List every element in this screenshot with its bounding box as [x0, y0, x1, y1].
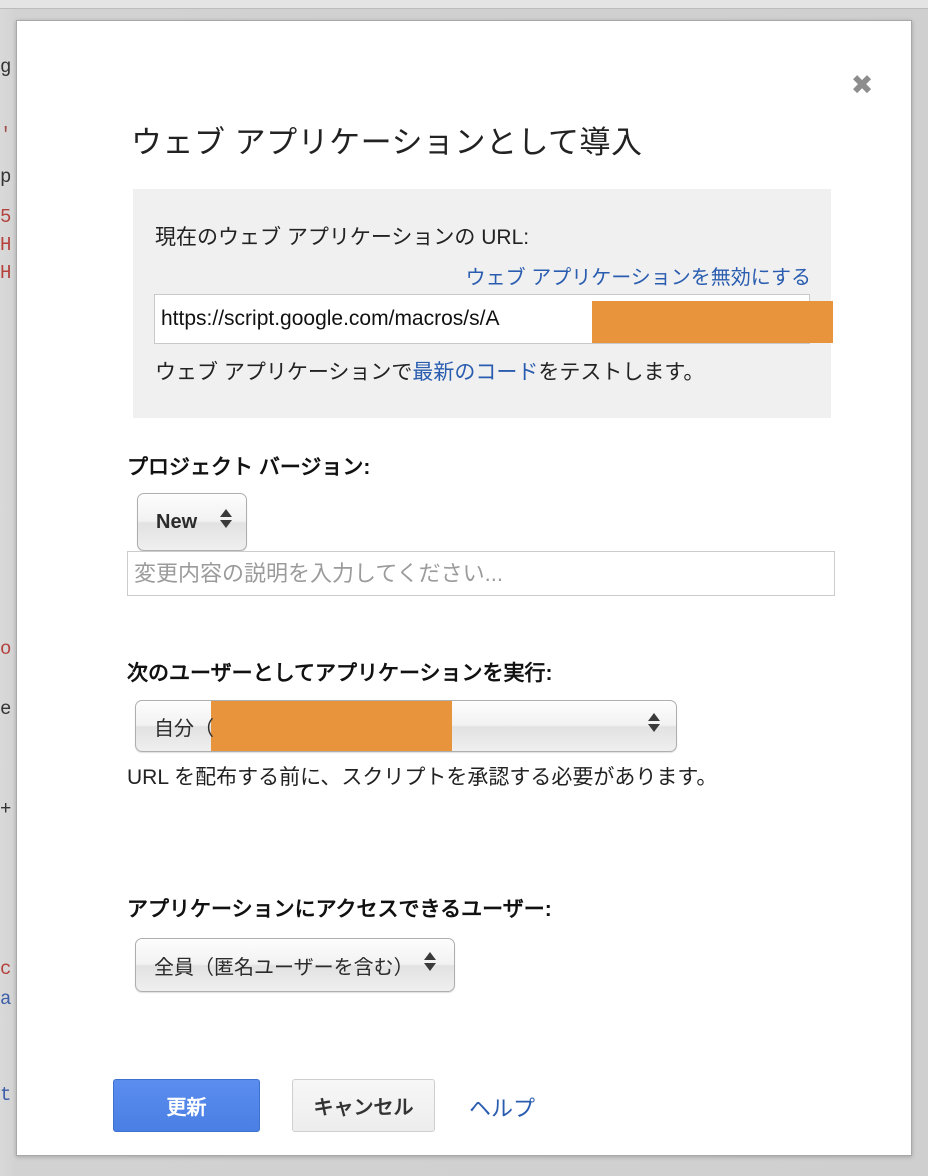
- latest-code-note-prefix: ウェブ アプリケーションで: [155, 361, 413, 384]
- project-version-heading: プロジェクト バージョン:: [127, 456, 371, 479]
- execute-as-select[interactable]: 自分（: [135, 700, 677, 752]
- execute-as-heading: 次のユーザーとしてアプリケーションを実行:: [127, 662, 553, 685]
- execute-as-selected-value: 自分（: [154, 717, 214, 740]
- access-level-selected-value: 全員（匿名ユーザーを含む）: [154, 956, 414, 979]
- close-icon[interactable]: ✖: [847, 71, 877, 101]
- latest-code-note: ウェブ アプリケーションで最新のコードをテストします。: [155, 356, 704, 386]
- authorization-note: URL を配布する前に、スクリプトを承認する必要があります。: [127, 766, 718, 789]
- project-version-selected-value: New: [156, 510, 198, 533]
- web-app-url-input[interactable]: [154, 294, 810, 344]
- deploy-web-app-dialog: ✖ ウェブ アプリケーションとして導入 現在のウェブ アプリケーションの URL…: [16, 20, 912, 1156]
- access-heading: アプリケーションにアクセスできるユーザー:: [127, 898, 552, 921]
- latest-code-note-suffix: をテストします。: [538, 361, 705, 384]
- window-top-strip: [0, 0, 928, 9]
- disable-web-app-link[interactable]: ウェブ アプリケーションを無効にする: [466, 261, 811, 290]
- latest-code-link[interactable]: 最新のコード: [412, 361, 538, 384]
- project-version-select[interactable]: New: [137, 493, 247, 551]
- chevron-updown-icon: [220, 509, 232, 528]
- update-button[interactable]: 更新: [113, 1079, 260, 1132]
- url-field-wrapper: [154, 294, 833, 344]
- page-title: ウェブ アプリケーションとして導入: [131, 125, 643, 160]
- access-level-select[interactable]: 全員（匿名ユーザーを含む）: [135, 938, 455, 992]
- version-description-input[interactable]: [127, 551, 835, 596]
- cancel-button[interactable]: キャンセル: [292, 1079, 435, 1132]
- chevron-updown-icon: [648, 713, 660, 732]
- help-link[interactable]: ヘルプ: [469, 1091, 535, 1123]
- current-url-panel: 現在のウェブ アプリケーションの URL: ウェブ アプリケーションを無効にする…: [133, 189, 833, 418]
- execute-as-redaction-block: [211, 701, 452, 751]
- current-url-label: 現在のウェブ アプリケーションの URL:: [155, 226, 530, 249]
- chevron-updown-icon: [424, 952, 436, 971]
